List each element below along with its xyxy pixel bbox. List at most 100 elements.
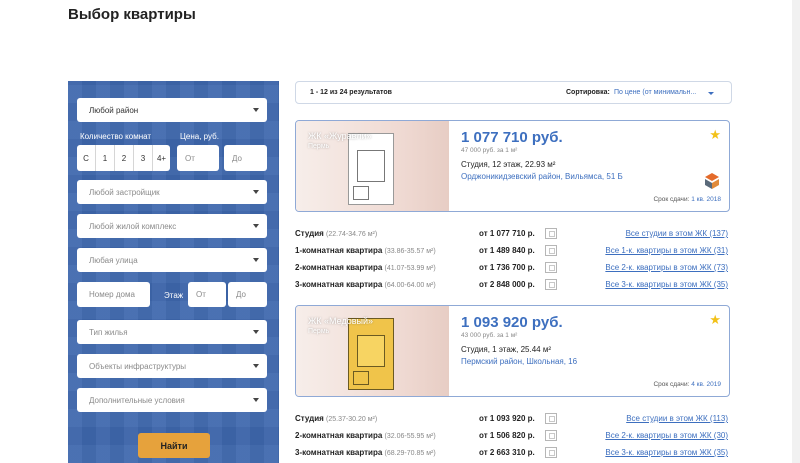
deadline: Срок сдачи: 4 кв. 2019 <box>653 381 721 388</box>
chevron-down-icon <box>253 224 259 228</box>
complex-city: Пермь <box>308 143 330 150</box>
price-label: Цена, руб. <box>180 132 219 141</box>
room-type-name: 1-комнатная квартира <box>295 246 383 255</box>
room-type-row: 2-комнатная квартира (32.06-55.95 м²) от… <box>295 429 730 444</box>
sort-select[interactable]: По цене (от минимальн... <box>614 89 696 96</box>
chevron-down-icon <box>253 330 259 334</box>
chevron-down-icon[interactable] <box>708 92 714 95</box>
price-per-m2: 47 000 руб. за 1 м² <box>461 147 518 154</box>
all-apartments-link[interactable]: Все студии в этом ЖК (137) <box>626 229 728 238</box>
floor-plan-icon[interactable] <box>545 447 557 458</box>
price-to-input[interactable]: До <box>224 145 267 171</box>
page-scrollbar[interactable] <box>792 0 800 463</box>
results-sort-bar: 1 - 12 из 24 результатов Сортировка: По … <box>295 81 732 104</box>
all-apartments-link[interactable]: Все 2-к. квартиры в этом ЖК (73) <box>605 263 728 272</box>
room-type-name: 2-комнатная квартира <box>295 263 383 272</box>
all-apartments-link[interactable]: Все 3-к. квартиры в этом ЖК (35) <box>605 280 728 289</box>
rooms-1-button[interactable]: 1 <box>96 145 115 171</box>
extra-conditions-select-value: Дополнительные условия <box>89 395 185 405</box>
floor-plan-icon[interactable] <box>545 279 557 290</box>
all-apartments-link[interactable]: Все 2-к. квартиры в этом ЖК (30) <box>605 431 728 440</box>
search-button[interactable]: Найти <box>138 433 210 458</box>
room-type-name: 3-комнатная квартира <box>295 448 383 457</box>
floor-plan-drawing <box>348 318 394 390</box>
infrastructure-select-value: Объекты инфраструктуры <box>89 361 187 371</box>
developer-logo-icon <box>705 173 719 189</box>
apartment-spec: Студия, 1 этаж, 25.44 м² <box>461 345 551 354</box>
apartment-address[interactable]: Орджоникидзевский район, Вильямса, 51 Б <box>461 172 623 181</box>
floor-from-input[interactable]: От <box>188 282 226 307</box>
room-type-area: (33.86-35.57 м²) <box>384 248 436 255</box>
apartment-card[interactable]: ЖК «Журавли» Пермь 1 077 710 руб. 47 000… <box>295 120 730 212</box>
all-apartments-link[interactable]: Все студии в этом ЖК (113) <box>626 414 728 423</box>
floor-to-input[interactable]: До <box>228 282 267 307</box>
room-type-area: (32.06-55.95 м²) <box>384 433 436 440</box>
room-type-price: от 1 506 820 р. <box>479 431 535 440</box>
floor-plan-icon[interactable] <box>545 430 557 441</box>
favorite-star-icon[interactable]: ★ <box>709 127 721 143</box>
room-type-row: 2-комнатная квартира (41.07-53.99 м²) от… <box>295 261 730 276</box>
rooms-2-button[interactable]: 2 <box>115 145 134 171</box>
chevron-down-icon <box>253 398 259 402</box>
apartment-spec: Студия, 12 этаж, 22.93 м² <box>461 160 556 169</box>
chevron-down-icon <box>253 190 259 194</box>
house-number-input[interactable]: Номер дома <box>77 282 150 307</box>
price-from-input[interactable]: От <box>177 145 219 171</box>
floor-plan-icon[interactable] <box>545 228 557 239</box>
room-type-area: (68.29-70.85 м²) <box>384 450 436 457</box>
room-type-row: Студия (22.74-34.76 м²) от 1 077 710 р. … <box>295 227 730 242</box>
floor-plan-icon[interactable] <box>545 262 557 273</box>
housing-type-select[interactable]: Тип жилья <box>77 320 267 344</box>
complex-select-value: Любой жилой комплекс <box>89 221 177 231</box>
complex-city: Пермь <box>308 328 330 335</box>
apartment-card[interactable]: ЖК «Медовый» Пермь 1 093 920 руб. 43 000… <box>295 305 730 397</box>
apartment-price[interactable]: 1 077 710 руб. <box>461 129 563 146</box>
deadline-value: 1 кв. 2018 <box>691 196 721 203</box>
price-per-m2: 43 000 руб. за 1 м² <box>461 332 518 339</box>
rooms-4plus-button[interactable]: 4+ <box>153 145 170 171</box>
complex-name: ЖК «Журавли» <box>308 131 372 141</box>
district-select-value: Любой район <box>89 105 139 115</box>
page-title: Выбор квартиры <box>68 6 196 23</box>
room-type-name: Студия <box>295 229 324 238</box>
apartment-address[interactable]: Пермский район, Школьная, 16 <box>461 357 577 366</box>
room-type-price: от 2 663 310 р. <box>479 448 535 457</box>
favorite-star-icon[interactable]: ★ <box>709 312 721 328</box>
room-type-name: Студия <box>295 414 324 423</box>
room-type-price: от 1 093 920 р. <box>479 414 535 423</box>
district-select[interactable]: Любой район <box>77 98 267 122</box>
room-type-price: от 2 848 000 р. <box>479 280 535 289</box>
chevron-down-icon <box>253 258 259 262</box>
floor-plan-icon[interactable] <box>545 413 557 424</box>
rooms-studio-button[interactable]: С <box>77 145 96 171</box>
apartment-price[interactable]: 1 093 920 руб. <box>461 314 563 331</box>
floor-plan-icon[interactable] <box>545 245 557 256</box>
room-type-area: (64.00-64.00 м²) <box>384 282 436 289</box>
floor-plan-image[interactable]: ЖК «Журавли» Пермь <box>296 121 449 211</box>
all-apartments-link[interactable]: Все 1-к. квартиры в этом ЖК (31) <box>605 246 728 255</box>
deadline: Срок сдачи: 1 кв. 2018 <box>653 196 721 203</box>
complex-name: ЖК «Медовый» <box>308 316 374 326</box>
rooms-3-button[interactable]: 3 <box>134 145 153 171</box>
complex-select[interactable]: Любой жилой комплекс <box>77 214 267 238</box>
all-apartments-link[interactable]: Все 3-к. квартиры в этом ЖК (35) <box>605 448 728 457</box>
street-select[interactable]: Любая улица <box>77 248 267 272</box>
sort-label: Сортировка: <box>566 89 610 96</box>
results-count: 1 - 12 из 24 результатов <box>310 89 392 96</box>
deadline-value: 4 кв. 2019 <box>691 381 721 388</box>
chevron-down-icon <box>253 364 259 368</box>
room-type-row: 3-комнатная квартира (68.29-70.85 м²) от… <box>295 446 730 461</box>
room-type-row: 3-комнатная квартира (64.00-64.00 м²) от… <box>295 278 730 293</box>
floor-label: Этаж <box>164 291 184 300</box>
floor-plan-image[interactable]: ЖК «Медовый» Пермь <box>296 306 449 396</box>
extra-conditions-select[interactable]: Дополнительные условия <box>77 388 267 412</box>
room-type-price: от 1 489 840 р. <box>479 246 535 255</box>
infrastructure-select[interactable]: Объекты инфраструктуры <box>77 354 267 378</box>
room-type-row: 1-комнатная квартира (33.86-35.57 м²) от… <box>295 244 730 259</box>
developer-select-value: Любой застройщик <box>89 187 160 197</box>
deadline-label: Срок сдачи: <box>653 381 690 388</box>
room-type-area: (25.37-30.20 м²) <box>326 416 378 423</box>
room-type-price: от 1 736 700 р. <box>479 263 535 272</box>
developer-select[interactable]: Любой застройщик <box>77 180 267 204</box>
chevron-down-icon <box>253 108 259 112</box>
